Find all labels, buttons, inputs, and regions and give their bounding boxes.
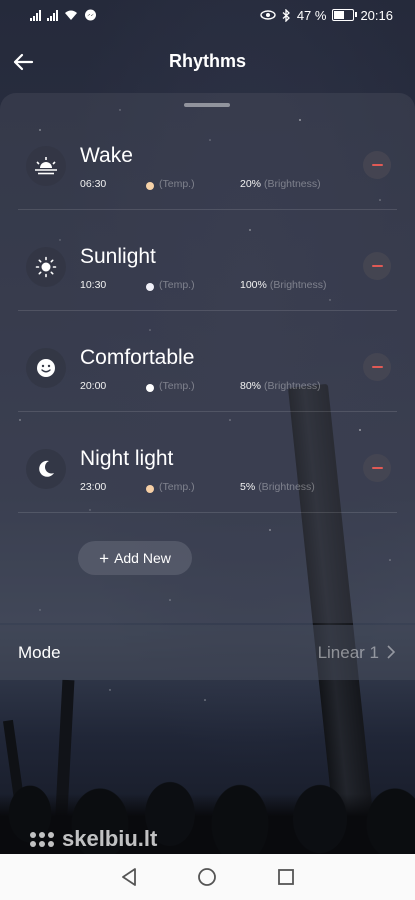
watermark-logo: skelbiu.lt [30, 826, 157, 852]
brightness-percent: 5% [240, 481, 256, 493]
mode-setting[interactable]: Mode Linear 1 [0, 625, 415, 680]
wifi-icon [65, 10, 77, 20]
system-navigation-bar [0, 854, 415, 900]
nav-recents-button[interactable] [274, 865, 298, 889]
temp-color-dot [146, 384, 154, 392]
signal-icon [47, 9, 58, 21]
chevron-right-icon [387, 645, 395, 659]
rhythm-time: 23:00 [80, 481, 107, 493]
battery-icon [332, 9, 358, 21]
rhythms-sheet: Wake 06:30 (Temp.) 20% (Brightness) Sunli… [0, 93, 415, 623]
mode-value: Linear 1 [317, 643, 379, 662]
watermark-text: skelbiu.lt [62, 826, 158, 851]
drag-handle[interactable] [184, 103, 230, 107]
app-header: Rhythms [0, 40, 415, 84]
remove-button[interactable] [363, 252, 391, 280]
temp-color-dot [146, 182, 154, 190]
battery-percent: 47 % [296, 7, 327, 23]
brightness-value: 5% (Brightness) [240, 481, 315, 493]
rhythm-item-night-light[interactable]: Night light 23:00 (Temp.) 5% (Brightness) [18, 411, 397, 513]
clock: 20:16 [360, 7, 393, 23]
add-new-button[interactable]: + Add New [78, 541, 192, 575]
triangle-back-icon [122, 868, 137, 886]
brightness-percent: 80% [240, 380, 262, 392]
remove-button[interactable] [363, 151, 391, 179]
moon-icon [26, 449, 66, 489]
page-title: Rhythms [168, 51, 246, 71]
brightness-label: (Brightness) [258, 481, 315, 493]
sunrise-icon [26, 146, 66, 186]
circle-home-icon [198, 868, 217, 886]
mode-label: Mode [18, 643, 61, 662]
minus-icon [371, 164, 383, 166]
messenger-icon [85, 9, 96, 20]
rhythm-item-sunlight[interactable]: Sunlight 10:30 (Temp.) 100% (Brightness) [18, 209, 397, 311]
rhythm-time: 06:30 [80, 178, 107, 190]
temp-color-dot [146, 485, 154, 493]
smiley-icon [26, 348, 66, 388]
rhythm-name: Wake [80, 144, 133, 167]
plus-icon: + [99, 548, 110, 568]
bluetooth-icon [282, 8, 290, 22]
sun-icon [26, 247, 66, 287]
brightness-percent: 100% [240, 279, 267, 291]
rhythm-name: Sunlight [80, 245, 156, 268]
brightness-label: (Brightness) [264, 178, 321, 190]
rhythm-item-wake[interactable]: Wake 06:30 (Temp.) 20% (Brightness) [18, 108, 397, 210]
brightness-percent: 20% [240, 178, 262, 190]
rhythm-name: Night light [80, 447, 174, 470]
minus-icon [371, 265, 383, 267]
brightness-value: 20% (Brightness) [240, 178, 321, 190]
remove-button[interactable] [363, 454, 391, 482]
rhythm-time: 10:30 [80, 279, 107, 291]
temp-label: (Temp.) [159, 279, 195, 291]
brightness-label: (Brightness) [269, 279, 327, 291]
eye-icon [260, 10, 276, 20]
status-bar: 47 % 20:16 [0, 0, 415, 30]
square-recents-icon [277, 869, 294, 885]
brightness-value: 80% (Brightness) [240, 380, 321, 392]
temp-label: (Temp.) [159, 481, 195, 493]
rhythm-time: 20:00 [80, 380, 107, 392]
nav-back-button[interactable] [117, 865, 141, 889]
nav-home-button[interactable] [195, 865, 219, 889]
temp-label: (Temp.) [159, 380, 195, 392]
minus-icon [371, 366, 383, 368]
add-new-label: Add New [114, 550, 171, 566]
signal-icon [30, 9, 41, 21]
temp-label: (Temp.) [159, 178, 195, 190]
watermark-dots-icon [30, 831, 54, 847]
rhythm-name: Comfortable [80, 346, 195, 369]
temp-color-dot [146, 283, 154, 291]
minus-icon [371, 467, 383, 469]
remove-button[interactable] [363, 353, 391, 381]
brightness-value: 100% (Brightness) [240, 279, 326, 291]
brightness-label: (Brightness) [264, 380, 321, 392]
rhythm-item-comfortable[interactable]: Comfortable 20:00 (Temp.) 80% (Brightness… [18, 310, 397, 412]
